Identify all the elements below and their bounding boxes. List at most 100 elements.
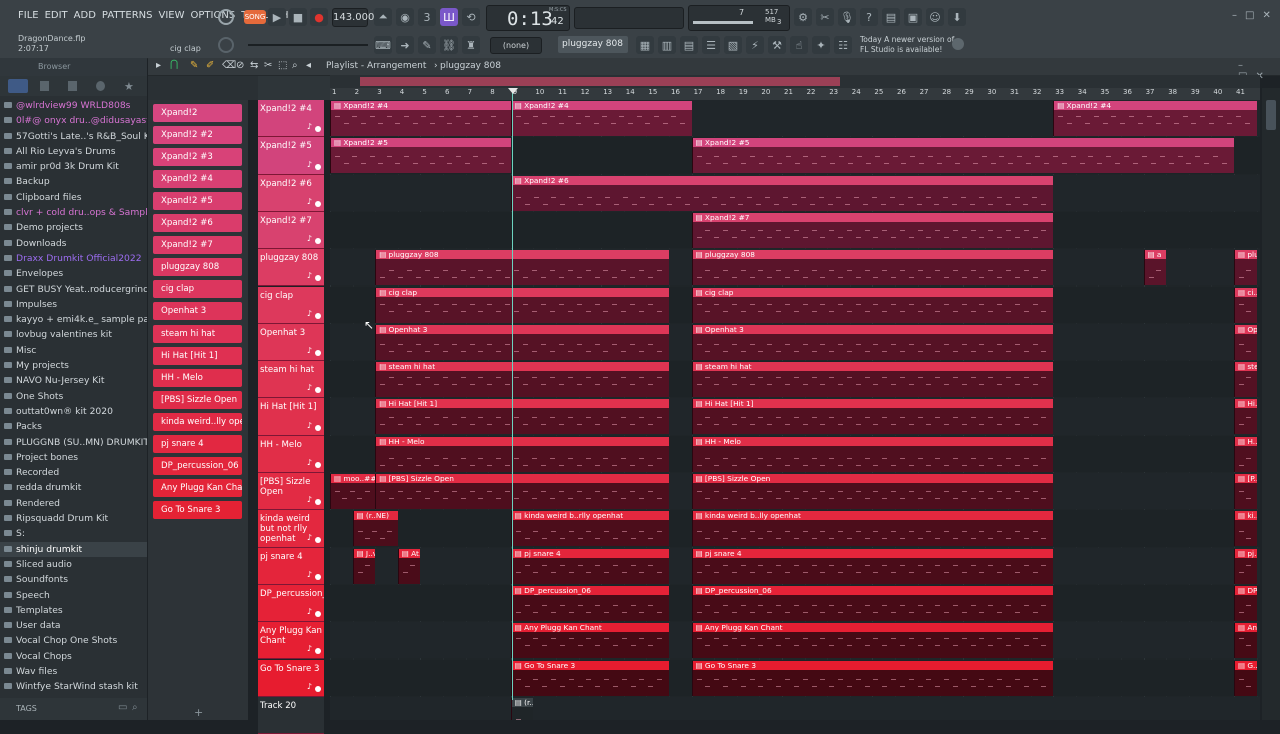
song-mode-button[interactable]: SONG bbox=[244, 10, 266, 24]
window-controls[interactable]: –□✕ bbox=[1232, 10, 1279, 21]
channel-button[interactable]: Xpand!2 #3 bbox=[153, 148, 242, 167]
browser-folder-item[interactable]: Recorded bbox=[0, 465, 147, 480]
browser-search-icon[interactable]: ⌕ bbox=[132, 702, 138, 713]
track-mute-led[interactable] bbox=[315, 611, 321, 618]
playlist-button[interactable]: ▦ bbox=[636, 36, 654, 54]
pattern-clip[interactable]: ▤ (r..NE) bbox=[510, 697, 534, 720]
paint-tool-icon[interactable]: ✐ bbox=[206, 60, 214, 71]
play-button[interactable]: ▶ bbox=[268, 8, 286, 26]
pattern-clip[interactable]: ▤ moo..### bbox=[330, 474, 376, 509]
browser-folder-item[interactable]: Ripsquadd Drum Kit bbox=[0, 511, 147, 526]
pattern-selector[interactable]: pluggzay 808 bbox=[558, 36, 628, 53]
countdown-button[interactable]: 3 bbox=[418, 8, 436, 26]
browser-folder-item[interactable]: GET BUSY Yeat..roducergrind) bbox=[0, 282, 147, 297]
browser-star-icon[interactable]: ★ bbox=[124, 80, 134, 93]
pattern-clip[interactable]: ▤ plu bbox=[1234, 250, 1257, 286]
news-line2[interactable]: FL Studio is available! bbox=[860, 45, 942, 54]
pattern-clip[interactable]: ▤ HH - Melo bbox=[375, 436, 669, 472]
pattern-clip[interactable]: ▤ ci..ap bbox=[1234, 287, 1257, 323]
browser-folder-item[interactable]: Project bones bbox=[0, 450, 147, 465]
maximize-icon[interactable]: □ bbox=[1245, 10, 1262, 21]
pattern-clip[interactable]: ▤ pj snare 4 bbox=[510, 548, 669, 584]
browser-folder-item[interactable]: Wav files bbox=[0, 664, 147, 679]
browser-folder-item[interactable]: PLUGGNB (SU..MN) DRUMKIT bbox=[0, 435, 147, 450]
chat-button[interactable]: ☺ bbox=[926, 8, 944, 26]
time-ruler[interactable]: 1 2 3 4 5 6 7 8 9 10 11 12 13 14 15 16 17 18 19 20 21 22 23 24 2… bbox=[330, 88, 1260, 100]
pattern-clip[interactable]: ▤ [PBS] Sizzle Open bbox=[375, 474, 669, 509]
pattern-clip[interactable]: ▤ Xpand!2 #5 bbox=[330, 138, 511, 174]
browser-plugin-icon[interactable] bbox=[68, 81, 77, 91]
track-mute-led[interactable] bbox=[315, 536, 321, 543]
browser-folder-item[interactable]: clvr + cold dru..ops & Samples) bbox=[0, 205, 147, 220]
browser-tag-icon[interactable]: ▭ bbox=[118, 702, 127, 713]
menu-view[interactable]: VIEW bbox=[159, 10, 185, 21]
add-channel-icon[interactable]: + bbox=[194, 706, 203, 719]
pattern-clip[interactable]: ▤ steam hi hat bbox=[691, 362, 1054, 398]
track-header[interactable]: Track 20 bbox=[258, 696, 324, 734]
stop-button[interactable]: ■ bbox=[289, 8, 307, 26]
pattern-clip[interactable]: ▤ HH - Melo bbox=[691, 436, 1054, 472]
channel-button[interactable]: kinda weird..lly openhat bbox=[153, 412, 242, 431]
record-button[interactable]: ● bbox=[310, 8, 328, 26]
track-header[interactable]: Any Plugg Kan Chant ♪ bbox=[258, 622, 324, 660]
pattern-clip[interactable]: ▤ Any Plugg Kan Chant bbox=[510, 623, 669, 659]
export-button[interactable]: ⬇ bbox=[948, 8, 966, 26]
playlist-overview-scrollbar[interactable] bbox=[330, 75, 1260, 88]
pattern-clip[interactable]: ▤ [PBS] Sizzle Open bbox=[691, 474, 1054, 509]
browser-folder-item[interactable]: Vocal Chop One Shots bbox=[0, 633, 147, 648]
track-mute-led[interactable] bbox=[315, 461, 321, 468]
channel-button[interactable]: cig clap bbox=[153, 280, 242, 299]
track-mute-led[interactable] bbox=[315, 648, 321, 655]
select-tool-icon[interactable]: ⬚ bbox=[278, 60, 287, 71]
online-button[interactable]: ⚙ bbox=[794, 8, 812, 26]
pattern-clip[interactable]: ▤ Hi Hat [Hit 1] bbox=[375, 399, 669, 435]
browser-folder-item[interactable]: My projects bbox=[0, 358, 147, 373]
pattern-clip[interactable]: ▤ Xpand!2 #4 bbox=[510, 101, 692, 136]
magnet-icon[interactable]: ⋂ bbox=[170, 59, 178, 70]
track-mute-led[interactable] bbox=[315, 573, 321, 580]
channel-button[interactable]: DP_percussion_06 bbox=[153, 456, 242, 475]
channel-button[interactable]: Xpand!2 #5 bbox=[153, 192, 242, 211]
mixer-button[interactable]: ☰ bbox=[702, 36, 720, 54]
zoom-tool-icon[interactable]: ⌕ bbox=[292, 60, 298, 71]
track-header[interactable]: pluggzay 808 ♪ bbox=[258, 249, 324, 287]
menu-edit[interactable]: EDIT bbox=[45, 10, 68, 21]
track-mute-led[interactable] bbox=[315, 387, 321, 394]
pattern-clip[interactable]: ▤ DP..6 bbox=[1234, 585, 1257, 621]
track-mute-led[interactable] bbox=[315, 275, 321, 282]
cut-button[interactable]: ✂ bbox=[816, 8, 834, 26]
channel-button[interactable]: HH - Melo bbox=[153, 368, 242, 387]
plugin-button[interactable]: ⚡ bbox=[746, 36, 764, 54]
browser-folder-item[interactable]: Envelopes bbox=[0, 266, 147, 281]
mute-tool-icon[interactable]: ⊘ bbox=[236, 60, 244, 71]
browser-folder-item[interactable]: Vocal Chops bbox=[0, 649, 147, 664]
fruit-button[interactable]: ✦ bbox=[812, 36, 830, 54]
browser-folder-item[interactable]: @wlrdview99 WRLD808s bbox=[0, 98, 147, 113]
track-header[interactable]: HH - Melo ♪ bbox=[258, 435, 324, 473]
help-button[interactable]: ? bbox=[860, 8, 878, 26]
browser-folder-item[interactable]: kayyo + emi4k.e_ sample pack bbox=[0, 312, 147, 327]
browser-file-icon[interactable] bbox=[40, 81, 49, 91]
pattern-clip[interactable]: ▤ pj..e 4 bbox=[1234, 548, 1257, 584]
track-mute-led[interactable] bbox=[315, 685, 321, 692]
channel-button[interactable]: Openhat 3 bbox=[153, 302, 242, 321]
browser-folder-item[interactable]: Impulses bbox=[0, 297, 147, 312]
pattern-clip[interactable]: ▤ Op..3 bbox=[1234, 324, 1257, 360]
pattern-clip[interactable]: ▤ Xpand!2 #4 bbox=[330, 101, 511, 136]
track-header[interactable]: Xpand!2 #5 ♪ bbox=[258, 137, 324, 175]
touch-button[interactable]: ☝ bbox=[790, 36, 808, 54]
slice-tool-icon[interactable]: ✂ bbox=[264, 60, 272, 71]
playhead-marker-icon[interactable] bbox=[508, 88, 518, 94]
channel-button[interactable]: pluggzay 808 bbox=[153, 258, 242, 277]
browser-folder-item[interactable]: outtat0wn® kit 2020 bbox=[0, 404, 147, 419]
track-mute-led[interactable] bbox=[315, 126, 321, 133]
pattern-clip[interactable]: ▤ steam hi hat bbox=[375, 362, 669, 398]
pattern-clip[interactable]: ▤ a bbox=[1143, 250, 1167, 286]
channel-button[interactable]: Xpand!2 bbox=[153, 104, 242, 122]
browser-folder-item[interactable]: One Shots bbox=[0, 389, 147, 404]
pattern-clip[interactable]: ▤ pluggzay 808 bbox=[691, 250, 1054, 286]
browser-folder-item[interactable]: User data bbox=[0, 618, 147, 633]
pattern-clip[interactable]: ▤ G..e 3 bbox=[1234, 660, 1257, 696]
pattern-clip[interactable]: ▤ kinda weird b..rlly openhat bbox=[510, 511, 669, 547]
menu-patterns[interactable]: PATTERNS bbox=[102, 10, 153, 21]
